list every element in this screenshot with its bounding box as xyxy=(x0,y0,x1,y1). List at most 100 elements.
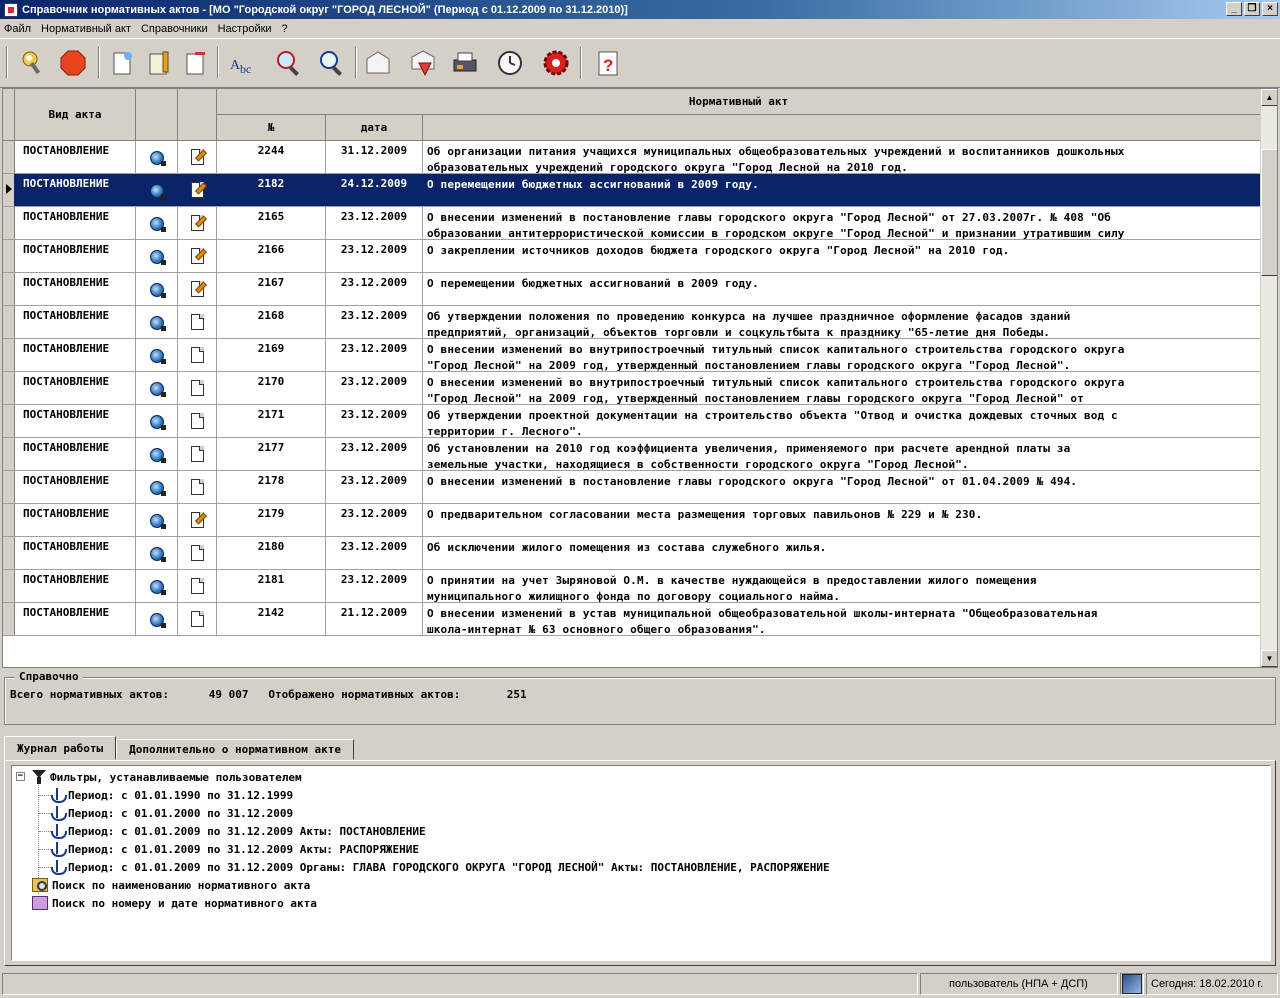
cell-number[interactable]: 2167 xyxy=(217,273,326,305)
cell-act-type[interactable]: ПОСТАНОВЛЕНИЕ xyxy=(15,306,136,338)
menu-settings[interactable]: Настройки xyxy=(218,23,272,35)
cell-info[interactable] xyxy=(136,537,178,569)
cell-title[interactable]: О внесении изменений в устав муниципальн… xyxy=(423,603,1261,635)
cell-act-type[interactable]: ПОСТАНОВЛЕНИЕ xyxy=(15,603,136,635)
row-indicator[interactable] xyxy=(3,141,15,173)
table-row[interactable]: ПОСТАНОВЛЕНИЕ 2142 21.12.2009 О внесении из… xyxy=(3,603,1261,636)
cell-date[interactable]: 23.12.2009 xyxy=(326,405,423,437)
table-row[interactable]: ПОСТАНОВЛЕНИЕ 2168 23.12.2009 Об утверждени… xyxy=(3,306,1261,339)
stop-button[interactable] xyxy=(55,45,91,81)
table-row[interactable]: ПОСТАНОВЛЕНИЕ 2179 23.12.2009 О предварител… xyxy=(3,504,1261,537)
cell-act-type[interactable]: ПОСТАНОВЛЕНИЕ xyxy=(15,339,136,371)
cell-date[interactable]: 23.12.2009 xyxy=(326,273,423,305)
cell-title[interactable]: О внесении изменений в постановление гла… xyxy=(423,471,1261,503)
cell-number[interactable]: 2244 xyxy=(217,141,326,173)
delete-document-button[interactable] xyxy=(177,45,213,81)
edit-document-button[interactable] xyxy=(141,45,177,81)
tab-act-details[interactable]: Дополнительно о нормативном акте xyxy=(116,739,355,760)
cell-number[interactable]: 2169 xyxy=(217,339,326,371)
row-indicator[interactable] xyxy=(3,339,15,371)
cell-title[interactable]: О принятии на учет Зыряновой О.М. в каче… xyxy=(423,570,1261,602)
table-row[interactable]: ПОСТАНОВЛЕНИЕ 2166 23.12.2009 О закреплении… xyxy=(3,240,1261,273)
cell-act-type[interactable]: ПОСТАНОВЛЕНИЕ xyxy=(15,504,136,536)
grid-scrollbar[interactable]: ▲ ▼ xyxy=(1260,89,1277,667)
cell-date[interactable]: 23.12.2009 xyxy=(326,339,423,371)
cell-number[interactable]: 2178 xyxy=(217,471,326,503)
table-row[interactable]: ПОСТАНОВЛЕНИЕ 2181 23.12.2009 О принятии на… xyxy=(3,570,1261,603)
tree-node-filter[interactable]: Период: с 01.01.2009 по 31.12.2009 Акты:… xyxy=(50,822,426,840)
table-row[interactable]: ПОСТАНОВЛЕНИЕ 2177 23.12.2009 Об установлен… xyxy=(3,438,1261,471)
cell-info[interactable] xyxy=(136,240,178,272)
cell-doc[interactable] xyxy=(178,240,217,272)
cell-info[interactable] xyxy=(136,306,178,338)
cell-title[interactable]: О перемещении бюджетных ассигнований в 2… xyxy=(423,273,1261,305)
tree-node-filters[interactable]: Фильтры, устанавливаемые пользователем xyxy=(32,768,302,786)
cell-title[interactable]: Об установлении на 2010 год коэффициента… xyxy=(423,438,1261,470)
cell-info[interactable] xyxy=(136,141,178,173)
cell-info[interactable] xyxy=(136,339,178,371)
row-indicator[interactable] xyxy=(3,570,15,602)
tree-node-search-name[interactable]: Поиск по наименованию нормативного акта xyxy=(32,876,310,894)
cell-title[interactable]: Об организации питания учащихся муниципа… xyxy=(423,141,1261,173)
table-row[interactable]: ПОСТАНОВЛЕНИЕ 2180 23.12.2009 Об исключении… xyxy=(3,537,1261,570)
cell-doc[interactable] xyxy=(178,306,217,338)
cell-info[interactable] xyxy=(136,372,178,404)
cell-info[interactable] xyxy=(136,405,178,437)
cell-doc[interactable] xyxy=(178,372,217,404)
cell-doc[interactable] xyxy=(178,471,217,503)
header-number[interactable]: № xyxy=(217,115,326,141)
tree-node-search-number[interactable]: Поиск по номеру и дате нормативного акта xyxy=(32,894,317,912)
new-document-button[interactable] xyxy=(104,45,140,81)
cell-date[interactable]: 23.12.2009 xyxy=(326,306,423,338)
cell-date[interactable]: 23.12.2009 xyxy=(326,504,423,536)
row-indicator[interactable] xyxy=(3,471,15,503)
row-indicator[interactable] xyxy=(3,273,15,305)
tree-node-filter[interactable]: Период: с 01.01.2000 по 31.12.2009 xyxy=(50,804,293,822)
cell-doc[interactable] xyxy=(178,207,217,239)
cell-act-type[interactable]: ПОСТАНОВЛЕНИЕ xyxy=(15,207,136,239)
tab-work-log[interactable]: Журнал работы xyxy=(4,736,117,760)
cell-number[interactable]: 2179 xyxy=(217,504,326,536)
row-indicator[interactable] xyxy=(3,207,15,239)
tree-node-filter[interactable]: Период: с 01.01.2009 по 31.12.2009 Орган… xyxy=(50,858,830,876)
row-indicator[interactable] xyxy=(3,603,15,635)
cell-info[interactable] xyxy=(136,273,178,305)
cell-info[interactable] xyxy=(136,471,178,503)
cell-date[interactable]: 23.12.2009 xyxy=(326,207,423,239)
cell-info[interactable] xyxy=(136,603,178,635)
cell-info[interactable] xyxy=(136,207,178,239)
search-button[interactable] xyxy=(271,45,307,81)
row-indicator[interactable] xyxy=(3,405,15,437)
menu-file[interactable]: Файл xyxy=(4,23,31,35)
cell-info[interactable] xyxy=(136,504,178,536)
print-button[interactable] xyxy=(447,45,483,81)
tree-node-filter[interactable]: Период: с 01.01.2009 по 31.12.2009 Акты:… xyxy=(50,840,419,858)
cell-info[interactable] xyxy=(136,570,178,602)
cell-act-type[interactable]: ПОСТАНОВЛЕНИЕ xyxy=(15,372,136,404)
cell-title[interactable]: О внесении изменений в постановление гла… xyxy=(423,207,1261,239)
cell-date[interactable]: 23.12.2009 xyxy=(326,240,423,272)
cell-doc[interactable] xyxy=(178,339,217,371)
help-button[interactable]: ? xyxy=(590,45,626,81)
cell-number[interactable]: 2166 xyxy=(217,240,326,272)
cell-date[interactable]: 21.12.2009 xyxy=(326,603,423,635)
cell-number[interactable]: 2142 xyxy=(217,603,326,635)
cell-date[interactable]: 23.12.2009 xyxy=(326,537,423,569)
cell-act-type[interactable]: ПОСТАНОВЛЕНИЕ xyxy=(15,570,136,602)
table-row[interactable]: ПОСТАНОВЛЕНИЕ 2244 31.12.2009 Об организаци… xyxy=(3,141,1261,174)
cell-date[interactable]: 23.12.2009 xyxy=(326,570,423,602)
row-indicator[interactable] xyxy=(3,504,15,536)
cell-number[interactable]: 2168 xyxy=(217,306,326,338)
cell-number[interactable]: 2171 xyxy=(217,405,326,437)
cell-title[interactable]: Об исключении жилого помещения из состав… xyxy=(423,537,1261,569)
cell-doc[interactable] xyxy=(178,603,217,635)
cell-title[interactable]: О перемещении бюджетных ассигнований в 2… xyxy=(423,174,1261,206)
table-row[interactable]: ПОСТАНОВЛЕНИЕ 2167 23.12.2009 О перемещении… xyxy=(3,273,1261,306)
table-row[interactable]: ПОСТАНОВЛЕНИЕ 2169 23.12.2009 О внесении из… xyxy=(3,339,1261,372)
cell-number[interactable]: 2180 xyxy=(217,537,326,569)
cell-doc[interactable] xyxy=(178,405,217,437)
table-row[interactable]: ПОСТАНОВЛЕНИЕ 2178 23.12.2009 О внесении из… xyxy=(3,471,1261,504)
table-row[interactable]: ПОСТАНОВЛЕНИЕ 2182 24.12.2009 О перемещении… xyxy=(3,174,1261,207)
close-button[interactable]: × xyxy=(1262,2,1278,16)
table-row[interactable]: ПОСТАНОВЛЕНИЕ 2170 23.12.2009 О внесении из… xyxy=(3,372,1261,405)
